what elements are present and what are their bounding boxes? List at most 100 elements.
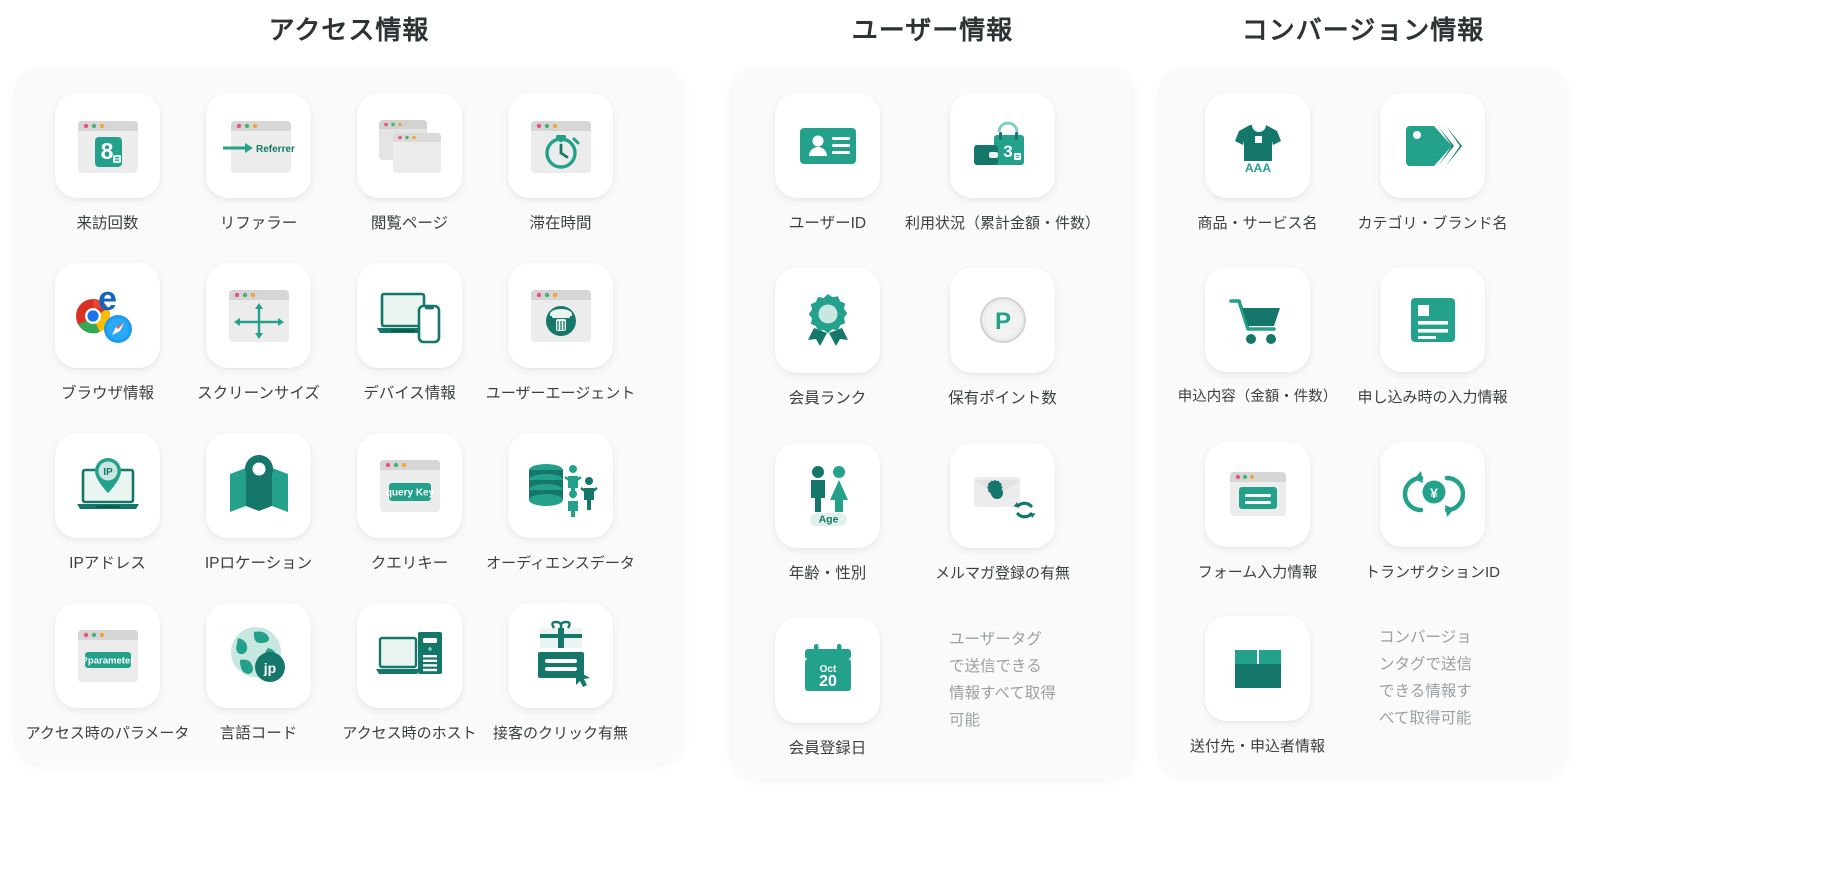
jp-label: jp: [262, 660, 275, 676]
tile-dwell-time[interactable]: [508, 93, 613, 198]
item-product-name[interactable]: AAA 商品・サービス名: [1204, 93, 1311, 234]
item-audience-data[interactable]: オーディエンスデータ: [485, 433, 636, 575]
point-coin-icon: P: [974, 291, 1032, 349]
tile-order-details[interactable]: [1205, 267, 1310, 372]
tile-device-info[interactable]: [357, 263, 462, 368]
item-shipping-applicant[interactable]: 送付先・申込者情報: [1204, 616, 1311, 757]
tshirt-icon: AAA: [1227, 115, 1289, 177]
laptop-phone-icon: [374, 280, 446, 350]
tile-member-rank[interactable]: [775, 268, 880, 373]
tile-screen-size[interactable]: [206, 263, 311, 368]
item-point-balance[interactable]: P 保有ポイント数: [949, 268, 1056, 410]
item-query-key[interactable]: query Key クエリキー: [334, 433, 485, 575]
access-info-grid: 8 来訪回数: [32, 93, 666, 745]
item-user-agent[interactable]: ユーザーエージェント: [485, 263, 636, 405]
tile-ip-location[interactable]: [206, 433, 311, 538]
caption-screen-size: スクリーンサイズ: [197, 384, 320, 405]
item-ip-location[interactable]: IPロケーション: [183, 433, 334, 575]
tile-form-input[interactable]: [1205, 442, 1310, 547]
item-language-code[interactable]: jp 言語コード: [183, 603, 334, 745]
tile-access-parameter[interactable]: ?parameter: [55, 603, 160, 708]
tile-usage-status[interactable]: 3: [950, 93, 1055, 198]
stopwatch-icon: [526, 111, 596, 181]
tile-transaction-id[interactable]: ¥: [1380, 442, 1485, 547]
item-dwell-time[interactable]: 滞在時間: [485, 93, 636, 235]
mail-subscribe-icon: [971, 466, 1035, 524]
tile-category-brand[interactable]: [1380, 93, 1485, 198]
item-order-details[interactable]: 申込内容（金額・件数）: [1204, 267, 1311, 408]
conversion-tag-note-cell: コンバージョンタグで送信できる情報すべて取得可能: [1379, 616, 1486, 757]
item-usage-status[interactable]: 3 利用状況（累計金額・件数）: [949, 93, 1056, 235]
tile-visit-count[interactable]: 8: [55, 93, 160, 198]
coupon-click-icon: [526, 620, 596, 690]
item-user-id[interactable]: ユーザーID: [774, 93, 881, 235]
item-access-host[interactable]: アクセス時のホスト: [334, 603, 485, 745]
item-registration-date[interactable]: Oct 20 会員登録日: [774, 618, 881, 760]
caption-query-key: クエリキー: [371, 554, 449, 575]
caption-age-gender: 年齢・性別: [789, 564, 867, 585]
caption-newsletter-subscription: メルマガ登録の有無: [935, 564, 1070, 584]
tile-access-host[interactable]: [357, 603, 462, 708]
award-rosette-icon: [798, 290, 858, 350]
caption-audience-data: オーディエンスデータ: [486, 554, 635, 574]
tile-user-agent[interactable]: [508, 263, 613, 368]
caption-viewed-pages: 閲覧ページ: [371, 214, 448, 235]
package-box-icon: [1229, 642, 1287, 694]
tile-viewed-pages[interactable]: [357, 93, 462, 198]
referrer-label: Referrer: [256, 144, 295, 155]
item-screen-size[interactable]: スクリーンサイズ: [183, 263, 334, 405]
item-device-info[interactable]: デバイス情報: [334, 263, 485, 405]
tile-product-name[interactable]: AAA: [1205, 93, 1310, 198]
screen-size-arrows-icon: [224, 280, 294, 350]
caption-ip-location: IPロケーション: [205, 554, 312, 575]
database-people-icon: [524, 450, 598, 520]
item-referrer[interactable]: Referrer リファラー: [183, 93, 334, 235]
tile-referrer[interactable]: Referrer: [206, 93, 311, 198]
item-newsletter-subscription[interactable]: メルマガ登録の有無: [949, 443, 1056, 585]
wallet-bag-icon: 3: [970, 115, 1036, 177]
tile-audience-data[interactable]: [508, 433, 613, 538]
tile-age-gender[interactable]: Age: [775, 443, 880, 548]
product-code-label: AAA: [1245, 161, 1271, 175]
tile-query-key[interactable]: query Key: [357, 433, 462, 538]
item-access-parameter[interactable]: ?parameter アクセス時のパラメータ: [32, 603, 183, 745]
tile-shipping-applicant[interactable]: [1205, 616, 1310, 721]
tile-browser-info[interactable]: e: [55, 263, 160, 368]
form-document-icon: [1405, 292, 1461, 348]
tile-click-presence[interactable]: [508, 603, 613, 708]
conversion-info-grid: AAA 商品・サービス名 カテゴリ・ブラ: [1204, 93, 1522, 757]
item-transaction-id[interactable]: ¥ トランザクションID: [1379, 442, 1486, 583]
item-category-brand[interactable]: カテゴリ・ブランド名: [1379, 93, 1486, 234]
tile-ip-address[interactable]: IP: [55, 433, 160, 538]
tile-application-input[interactable]: [1380, 267, 1485, 372]
browser-logos-icon: e: [72, 279, 144, 351]
browser-visit-count-icon: 8: [73, 111, 143, 181]
svg-text:8: 8: [100, 138, 113, 164]
item-browser-info[interactable]: e ブラウザ情報: [32, 263, 183, 405]
referrer-arrow-icon: Referrer: [222, 111, 296, 181]
tile-point-balance[interactable]: P: [950, 268, 1055, 373]
age-label: Age: [818, 514, 838, 526]
tile-registration-date[interactable]: Oct 20: [775, 618, 880, 723]
transaction-yen-icon: ¥: [1401, 466, 1465, 522]
group-access-info: アクセス情報 8: [14, 10, 684, 765]
user-tag-note-cell: ユーザータグで送信できる情報すべて取得可能: [949, 618, 1056, 760]
tile-newsletter-subscription[interactable]: [950, 443, 1055, 548]
shopping-cart-icon: [1227, 291, 1289, 349]
caption-dwell-time: 滞在時間: [529, 214, 591, 235]
item-viewed-pages[interactable]: 閲覧ページ: [334, 93, 485, 235]
item-age-gender[interactable]: Age 年齢・性別: [774, 443, 881, 585]
item-ip-address[interactable]: IP IPアドレス: [32, 433, 183, 575]
item-visit-count[interactable]: 8 来訪回数: [32, 93, 183, 235]
item-application-input[interactable]: 申し込み時の入力情報: [1379, 267, 1486, 408]
group-title-access: アクセス情報: [14, 10, 684, 47]
ip-label: IP: [103, 467, 113, 478]
item-form-input[interactable]: フォーム入力情報: [1204, 442, 1311, 583]
caption-point-balance: 保有ポイント数: [948, 389, 1057, 410]
item-member-rank[interactable]: 会員ランク: [774, 268, 881, 410]
tile-language-code[interactable]: jp: [206, 603, 311, 708]
price-tags-icon: [1402, 118, 1464, 174]
item-click-presence[interactable]: 接客のクリック有無: [485, 603, 636, 745]
tile-user-id[interactable]: [775, 93, 880, 198]
stacked-pages-icon: [375, 111, 445, 181]
